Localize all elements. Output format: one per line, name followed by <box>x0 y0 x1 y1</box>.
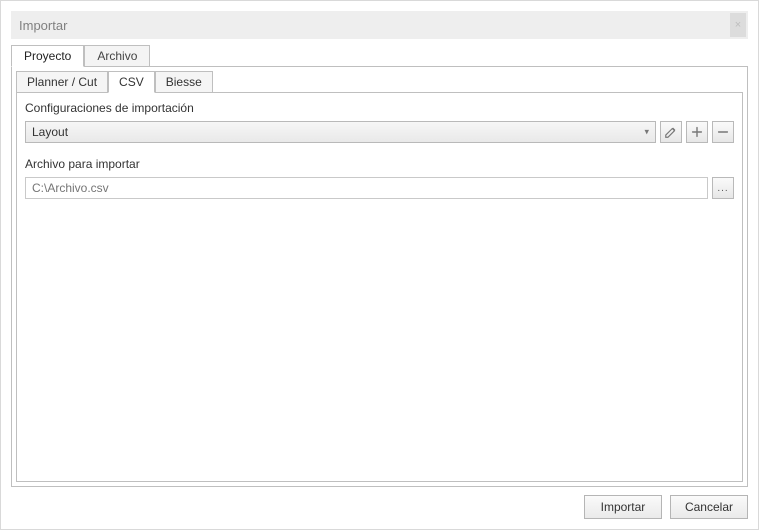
secondary-tabs: Planner / Cut CSV Biesse <box>12 67 747 92</box>
button-label: Importar <box>601 500 646 514</box>
chevron-down-icon: ▾ <box>644 127 649 138</box>
secondary-tab-panel: Configuraciones de importación Layout ▾ <box>16 92 743 482</box>
tab-archivo[interactable]: Archivo <box>84 45 150 67</box>
config-row: Layout ▾ <box>25 121 734 143</box>
tab-proyecto[interactable]: Proyecto <box>11 45 84 67</box>
tab-label: Archivo <box>97 49 137 63</box>
primary-tabs: Proyecto Archivo <box>11 45 748 66</box>
button-label: Cancelar <box>685 500 733 514</box>
config-label: Configuraciones de importación <box>25 101 734 115</box>
tab-label: Proyecto <box>24 49 71 63</box>
edit-icon <box>664 125 678 139</box>
subtab-label: Planner / Cut <box>27 75 97 89</box>
config-dropdown[interactable]: Layout ▾ <box>25 121 656 143</box>
subtab-planner-cut[interactable]: Planner / Cut <box>16 71 108 93</box>
file-row: ... <box>25 177 734 199</box>
close-button[interactable]: × <box>730 13 746 37</box>
close-icon: × <box>735 19 741 31</box>
edit-config-button[interactable] <box>660 121 682 143</box>
footer: Importar Cancelar <box>11 487 748 519</box>
remove-config-button[interactable] <box>712 121 734 143</box>
file-label: Archivo para importar <box>25 157 734 171</box>
file-path-input[interactable] <box>25 177 708 199</box>
config-dropdown-value: Layout <box>32 125 68 139</box>
subtab-label: CSV <box>119 75 144 89</box>
import-button[interactable]: Importar <box>584 495 662 519</box>
dialog-window: Importar × Proyecto Archivo Planner / Cu… <box>0 0 759 530</box>
subtab-biesse[interactable]: Biesse <box>155 71 213 93</box>
subtab-csv[interactable]: CSV <box>108 71 155 93</box>
primary-tab-panel: Planner / Cut CSV Biesse Configuraciones… <box>11 66 748 487</box>
subtab-label: Biesse <box>166 75 202 89</box>
plus-icon <box>690 125 704 139</box>
titlebar: Importar × <box>11 11 748 39</box>
cancel-button[interactable]: Cancelar <box>670 495 748 519</box>
content-area: Proyecto Archivo Planner / Cut CSV Biess… <box>11 39 748 519</box>
browse-button[interactable]: ... <box>712 177 734 199</box>
ellipsis-icon: ... <box>717 183 728 194</box>
add-config-button[interactable] <box>686 121 708 143</box>
window-title: Importar <box>19 18 67 33</box>
minus-icon <box>716 125 730 139</box>
